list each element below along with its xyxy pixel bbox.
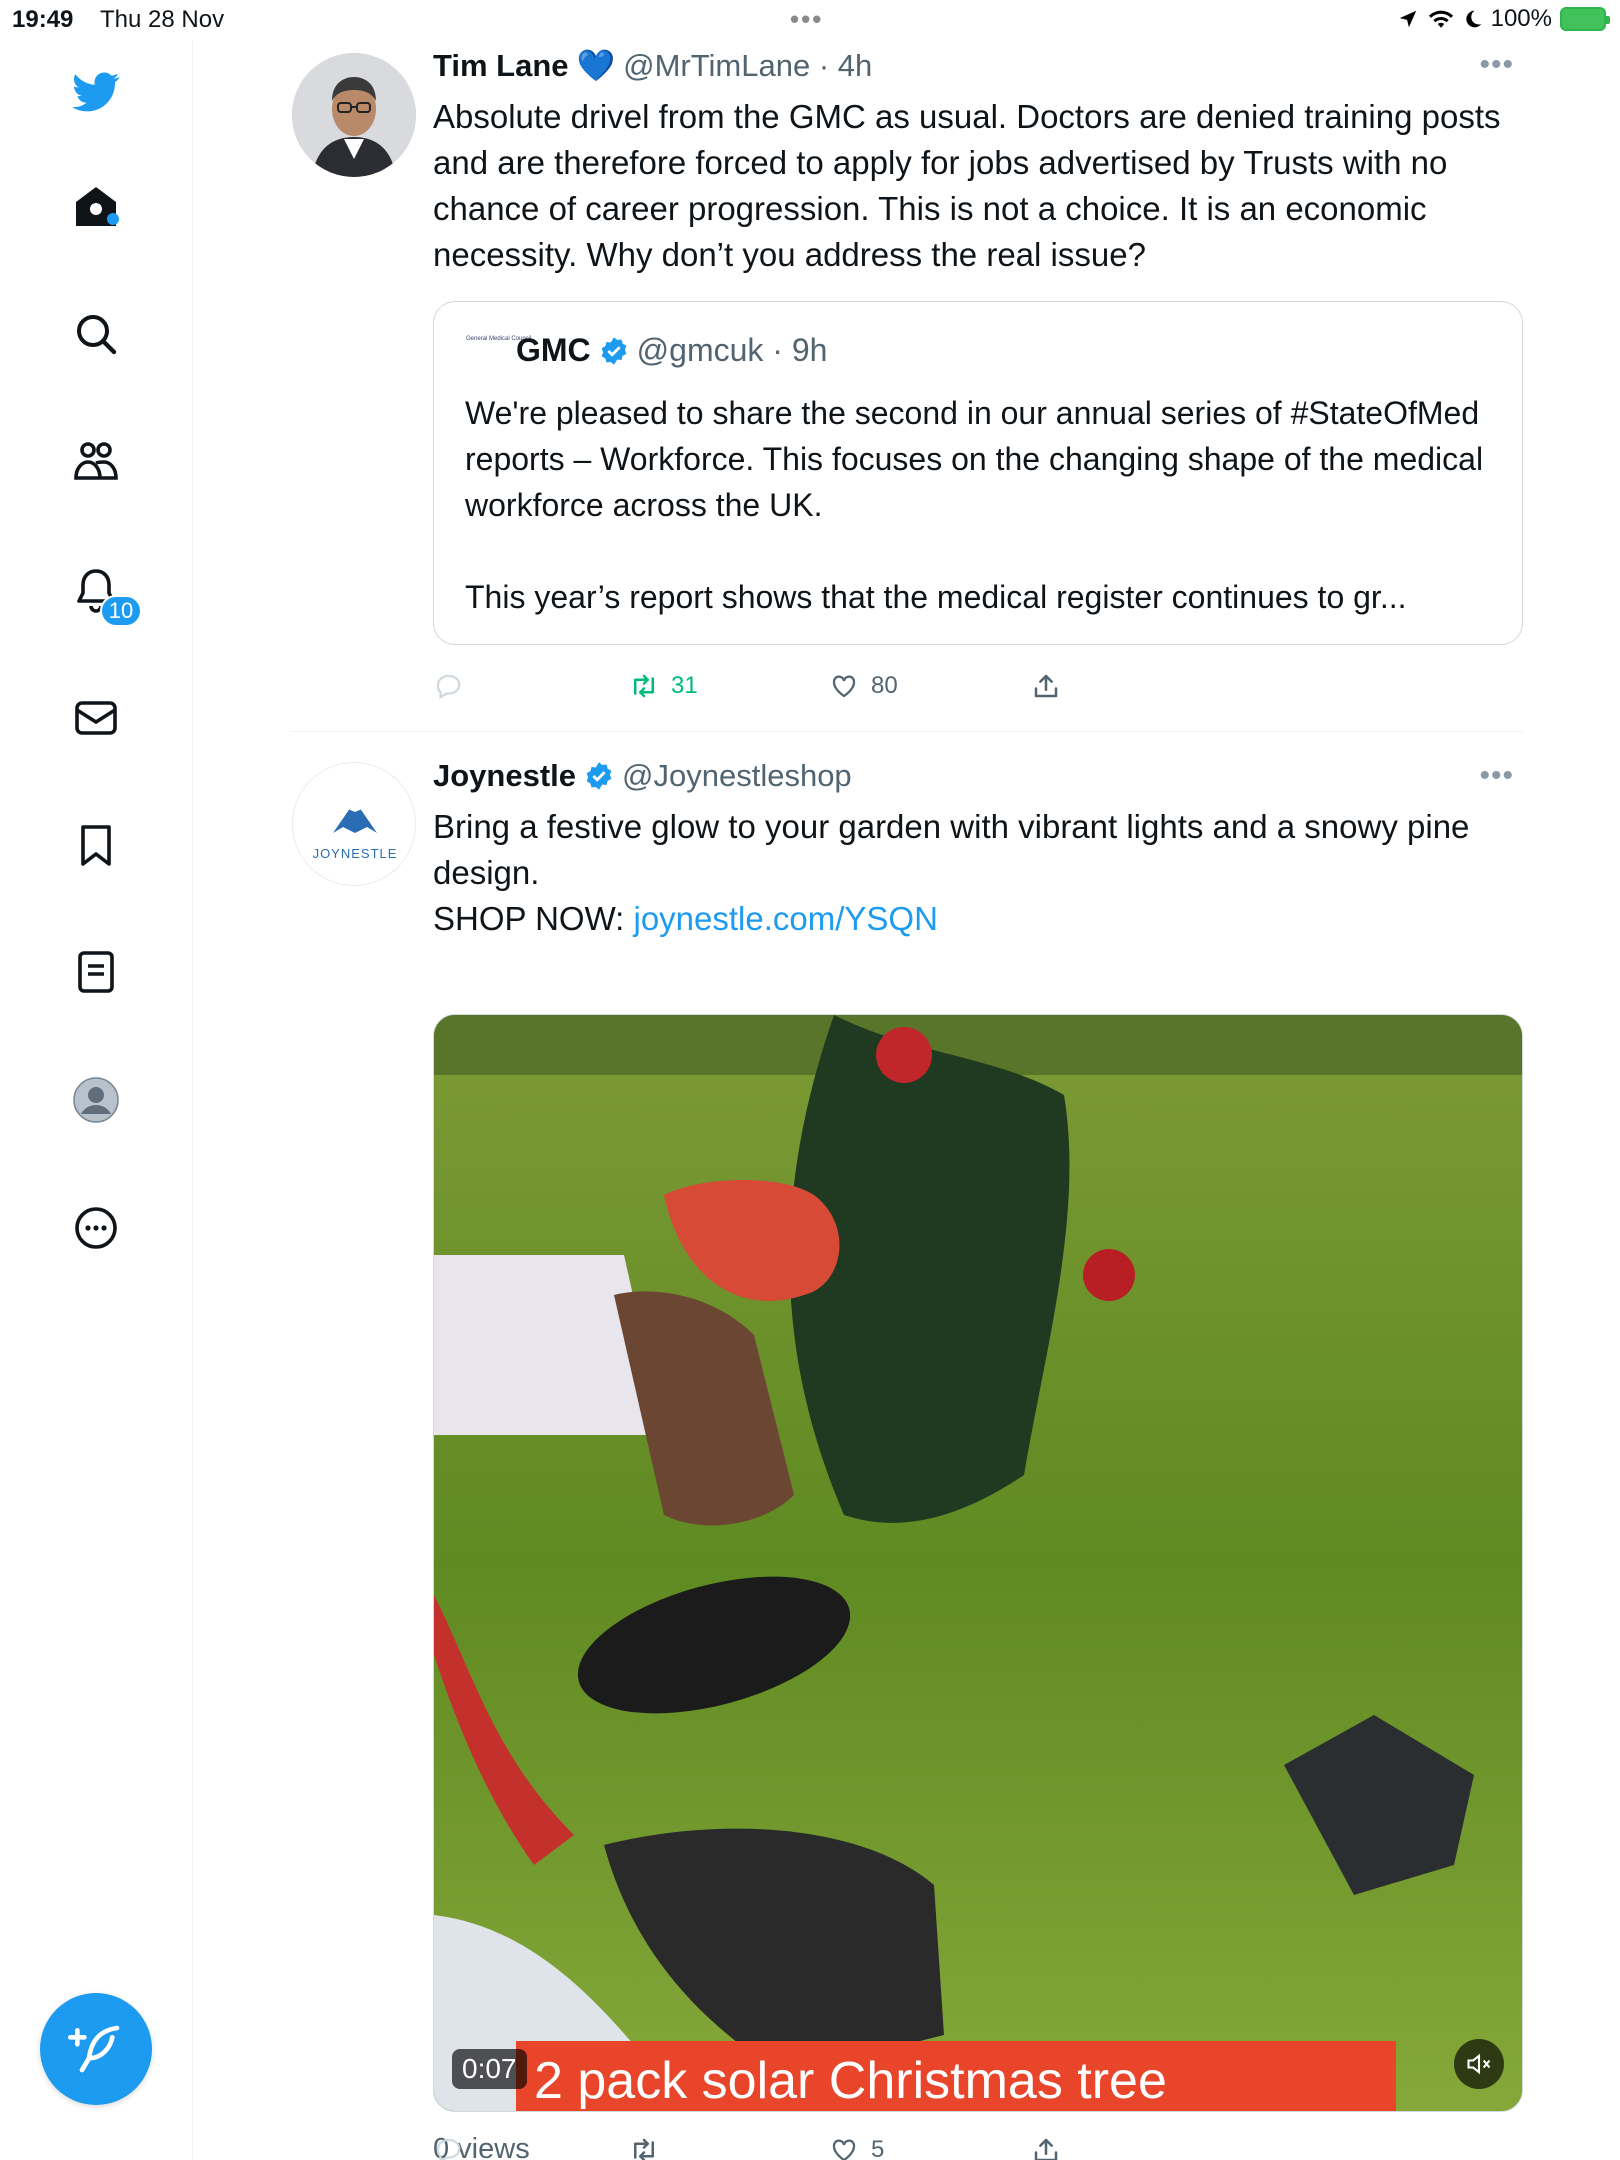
more-options-icon[interactable]: ••• — [1479, 48, 1514, 82]
like-button[interactable]: 5 — [829, 2135, 884, 2160]
status-indicators: 100% — [1397, 5, 1610, 33]
verified-badge-icon — [586, 762, 612, 790]
author-name[interactable]: Joynestle — [433, 758, 576, 794]
tweet-text-line: Bring a festive glow to your garden with… — [433, 808, 1479, 891]
status-time: 19:49 — [12, 6, 74, 33]
battery-percent: 100% — [1490, 5, 1552, 32]
quoted-author-name: GMC — [516, 332, 591, 368]
gmc-logo: General Medical Council — [466, 335, 532, 342]
author-emoji: 💙 — [576, 48, 616, 83]
lists-icon — [78, 951, 114, 993]
compose-feather-icon — [68, 2025, 120, 2073]
more-options-icon[interactable]: ••• — [1479, 759, 1514, 793]
like-button[interactable]: 80 — [829, 671, 898, 701]
video-frame — [434, 1015, 1522, 2111]
retweet-button[interactable] — [629, 2135, 659, 2160]
separator-dot: · — [810, 47, 838, 83]
author-name[interactable]: Tim Lane — [433, 48, 569, 84]
reply-icon — [436, 674, 461, 700]
avatar-brand-text: JOYNESTLE — [312, 846, 398, 861]
location-arrow-icon — [1399, 10, 1416, 28]
reply-button[interactable] — [433, 2135, 463, 2160]
retweet-button[interactable]: 31 — [629, 671, 698, 701]
bookmark-icon — [81, 825, 111, 866]
tweet-text: Absolute drivel from the GMC as usual. D… — [433, 98, 1510, 273]
avatar[interactable]: JOYNESTLE — [292, 762, 416, 886]
sidebar-item-communities[interactable] — [68, 434, 124, 490]
mute-button[interactable] — [1454, 2039, 1504, 2089]
tweet-time[interactable]: 4h — [838, 48, 872, 84]
wifi-icon — [1428, 10, 1453, 28]
author-handle[interactable]: @MrTimLane — [623, 48, 810, 84]
heart-icon — [832, 2139, 856, 2160]
search-icon — [77, 315, 117, 355]
tweet-header: Joynestle @Joynestleshop — [433, 758, 852, 794]
author-handle[interactable]: @Joynestleshop — [622, 758, 852, 794]
compose-tweet-button[interactable] — [40, 1993, 152, 2105]
share-button[interactable] — [1031, 2135, 1061, 2160]
more-circle-icon — [75, 1207, 117, 1249]
sidebar-item-explore[interactable] — [68, 306, 124, 362]
battery-icon — [1560, 7, 1610, 31]
separator-dot: · — [763, 332, 792, 368]
video-player[interactable]: 2 pack solar Christmas tree 0:07 — [433, 1014, 1523, 2112]
share-icon — [1034, 674, 1058, 698]
communities-icon — [74, 442, 118, 480]
quoted-tweet-text: We're pleased to share the second in our… — [465, 395, 1484, 615]
shop-now-label: SHOP NOW: — [433, 900, 634, 937]
sidebar-item-lists[interactable] — [68, 944, 124, 1000]
tweet[interactable]: JOYNESTLE Joynestle @Joynestleshop ••• B… — [290, 750, 1524, 2160]
tweet-link[interactable]: joynestle.com/YSQN — [633, 900, 937, 937]
video-duration: 0:07 — [452, 2049, 527, 2089]
twitter-logo-icon[interactable] — [68, 64, 124, 120]
multitasking-dots-icon[interactable]: ••• — [790, 4, 823, 35]
reply-button[interactable] — [433, 671, 475, 701]
sidebar-item-messages[interactable] — [68, 690, 124, 746]
tweet-actions: 5 — [433, 2130, 1523, 2160]
heart-icon — [832, 675, 856, 698]
quoted-tweet-header: General Medical Council GMC @gmcuk · 9h — [466, 332, 827, 369]
sidebar-item-home[interactable] — [68, 178, 124, 234]
video-caption: 2 pack solar Christmas tree — [516, 2041, 1396, 2111]
share-button[interactable] — [1031, 671, 1061, 701]
moon-icon — [1465, 10, 1481, 28]
mail-icon — [75, 701, 117, 735]
avatar[interactable] — [292, 53, 416, 177]
speaker-muted-icon — [1467, 2053, 1491, 2075]
tweet-header: Tim Lane 💙 @MrTimLane · 4h — [433, 47, 872, 84]
share-icon — [1034, 2138, 1058, 2160]
sidebar: 10 — [0, 40, 193, 2160]
tweet-text: Bring a festive glow to your garden with… — [433, 804, 1523, 942]
like-count: 80 — [871, 672, 898, 699]
quoted-author-handle: @gmcuk — [636, 332, 764, 368]
reply-icon — [436, 2138, 461, 2160]
notifications-badge: 10 — [100, 595, 142, 627]
sidebar-item-more[interactable] — [68, 1200, 124, 1256]
tweet-actions: 31 80 — [433, 666, 1523, 706]
status-date: Thu 28 Nov — [100, 6, 225, 33]
sidebar-item-profile[interactable] — [68, 1072, 124, 1128]
retweet-count: 31 — [671, 672, 698, 699]
quoted-tweet[interactable]: General Medical Council GMC @gmcuk · 9h … — [433, 301, 1523, 645]
quoted-tweet-time: 9h — [791, 332, 828, 368]
verified-badge-icon — [601, 336, 627, 365]
sidebar-item-bookmarks[interactable] — [68, 817, 124, 873]
tweet[interactable]: Tim Lane 💙 @MrTimLane · 4h ••• Absolute … — [290, 40, 1524, 730]
status-bar: 19:49 Thu 28 Nov ••• 100% — [0, 0, 1620, 40]
tweet-divider — [290, 731, 1524, 732]
home-unread-dot — [107, 213, 119, 225]
retweet-icon — [634, 2138, 654, 2160]
avatar-icon — [73, 1077, 119, 1123]
like-count: 5 — [871, 2136, 885, 2160]
retweet-icon — [634, 674, 654, 698]
